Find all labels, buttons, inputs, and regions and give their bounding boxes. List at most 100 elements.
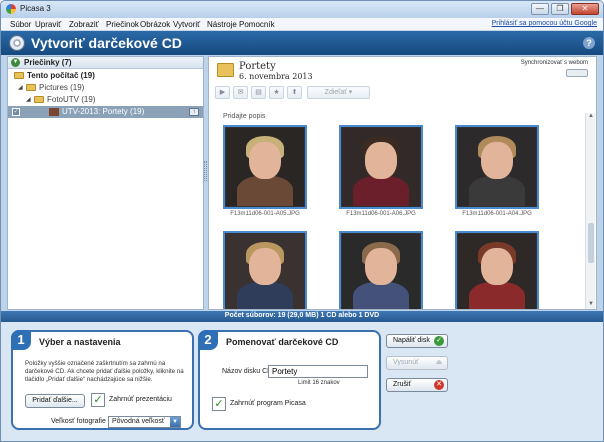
mode-header: Vytvoriť darčekové CD ? — [1, 31, 603, 55]
menu-view[interactable]: Zobraziť — [69, 20, 99, 29]
menu-help[interactable]: Pomocník — [239, 20, 275, 29]
folders-header[interactable]: ▼ Priečinky (7) — [8, 57, 203, 69]
burn-disc-button[interactable]: Napáliť disk ✓ — [386, 334, 448, 348]
portrait-face — [249, 248, 281, 286]
star-icon[interactable]: ★ — [269, 86, 284, 99]
include-picasa-label: Zahrnúť program Picasa — [230, 400, 306, 407]
photo — [226, 128, 304, 206]
vertical-scrollbar[interactable]: ▲ ▼ — [585, 113, 595, 309]
window-title: Picasa 3 — [20, 4, 51, 13]
close-button[interactable]: ✕ — [571, 3, 599, 15]
tree-item-pictures[interactable]: ◢ Pictures (19) — [8, 82, 203, 94]
help-icon[interactable]: ? — [583, 37, 595, 49]
photo-thumbnail[interactable] — [455, 125, 539, 209]
include-picasa-checkbox[interactable]: ✓ — [212, 397, 226, 411]
cd-icon — [9, 35, 25, 51]
menu-folder[interactable]: Priečinok — [106, 20, 139, 29]
chevron-down-icon[interactable]: ▼ — [170, 417, 180, 427]
portrait-face — [481, 248, 513, 286]
cancel-button[interactable]: Zrušiť ✕ — [386, 378, 448, 392]
photo-filename: F13m11d06-001-A05.JPG — [230, 211, 300, 217]
email-icon[interactable]: ✉ — [233, 86, 248, 99]
album-thumbnail-icon — [49, 108, 59, 116]
album-toolbar: ▶ ✉ ▤ ★ ⬆ Zdieľať ▾ — [215, 86, 375, 100]
step-title: Pomenovať darčekové CD — [226, 337, 339, 347]
minimize-button[interactable]: — — [531, 3, 549, 15]
photo-size-value: Pôvodná veľkosť — [112, 418, 165, 425]
expand-triangle-icon[interactable]: ◢ — [18, 84, 23, 91]
expand-triangle-icon[interactable]: ◢ — [26, 96, 31, 103]
status-bar: Počet súborov: 19 (29,0 MB) 1 CD alebo 1… — [1, 311, 603, 322]
album-date: 6. novembra 2013 — [239, 72, 313, 81]
album-title: Portety — [239, 61, 276, 72]
panel-splitter[interactable] — [204, 161, 207, 181]
sync-label: Synchronizovať s webom — [520, 60, 588, 66]
tree-item-this-computer[interactable]: Tento počítač (19) — [8, 70, 203, 82]
folder-icon — [26, 84, 36, 91]
photo-filename: F13m11d06-001-A06.JPG — [346, 211, 416, 217]
eject-icon: ⏏ — [435, 359, 443, 366]
tree-item-label: Pictures (19) — [39, 83, 85, 92]
album-panel: Portety 6. novembra 2013 Synchronizovať … — [208, 56, 597, 310]
folder-panel: ▼ Priečinky (7) Tento počítač (19) ◢ Pic… — [7, 56, 204, 310]
photo-size-select[interactable]: Pôvodná veľkosť ▼ — [108, 416, 181, 428]
action-buttons: Napáliť disk ✓ Vysunúť ⏏ Zrušiť ✕ — [386, 330, 448, 430]
include-slideshow-label: Zahrnúť prezentáciu — [109, 396, 172, 403]
folder-icon — [34, 96, 44, 103]
tree-item-label: Tento počítač (19) — [27, 71, 95, 80]
tree-item-fotoutv[interactable]: ◢ FotoUTV (19) — [8, 94, 203, 106]
portrait-body — [236, 176, 294, 206]
include-checkbox[interactable]: ✓ — [12, 108, 20, 116]
portrait-body — [468, 282, 526, 309]
photo — [458, 128, 536, 206]
restore-button[interactable]: ❐ — [551, 3, 569, 15]
menu-picture[interactable]: Obrázok — [140, 20, 170, 29]
photo-thumbnail[interactable] — [223, 125, 307, 209]
app-window: Picasa 3 — ❐ ✕ Súbor Upraviť Zobraziť Pr… — [0, 0, 604, 442]
portrait-body — [352, 282, 410, 309]
photo-thumbnail[interactable] — [339, 231, 423, 309]
close-icon: ✕ — [434, 380, 444, 390]
scroll-up-icon[interactable]: ▲ — [587, 113, 595, 121]
upload-icon[interactable]: ↑ — [189, 108, 199, 116]
eject-button[interactable]: Vysunúť ⏏ — [386, 356, 448, 370]
menu-create[interactable]: Vytvoriť — [173, 20, 200, 29]
step-name-cd: 2 Pomenovať darčekové CD Názov disku CD … — [198, 330, 381, 430]
add-more-button[interactable]: Pridať ďalšie... — [25, 394, 85, 408]
title-bar: Picasa 3 — ❐ ✕ — [1, 1, 603, 18]
thumbnail-grid: F13m11d06-001-A05.JPG F13m11d06-001-A06.… — [209, 125, 585, 309]
step-description: Položky vyššie označené zaškrtnutím sa z… — [25, 360, 184, 383]
scroll-down-icon[interactable]: ▼ — [587, 301, 595, 309]
tree-item-album-portety[interactable]: ✓ UTV-2013: Portety (19) ↑ — [8, 106, 203, 118]
portrait-body — [352, 176, 410, 206]
collapse-icon[interactable]: ▼ — [11, 58, 20, 67]
photo-thumbnail[interactable] — [339, 125, 423, 209]
play-slideshow-icon[interactable]: ▶ — [215, 86, 230, 99]
upload-icon[interactable]: ⬆ — [287, 86, 302, 99]
add-caption-link[interactable]: Pridajte popis — [223, 113, 265, 120]
google-signin-link[interactable]: Prihlásiť sa pomocou účtu Google — [492, 20, 597, 27]
picasa-logo-icon — [6, 4, 16, 14]
scrollbar-thumb[interactable] — [588, 223, 594, 263]
step-number: 1 — [11, 330, 31, 350]
menu-file[interactable]: Súbor — [10, 20, 31, 29]
portrait-face — [365, 248, 397, 286]
menu-bar: Súbor Upraviť Zobraziť Priečinok Obrázok… — [1, 18, 603, 31]
photo — [226, 234, 304, 309]
disc-name-label: Názov disku CD — [222, 368, 273, 375]
menu-edit[interactable]: Upraviť — [35, 20, 61, 29]
photo-thumbnail[interactable] — [455, 231, 539, 309]
eject-label: Vysunúť — [393, 359, 419, 366]
photo-thumbnail[interactable] — [223, 231, 307, 309]
menu-tools[interactable]: Nástroje — [207, 20, 237, 29]
photo — [342, 128, 420, 206]
tree-item-label: UTV-2013: Portety (19) — [62, 107, 145, 116]
burn-disc-label: Napáliť disk — [393, 337, 430, 344]
sync-toggle[interactable] — [566, 69, 588, 77]
print-icon[interactable]: ▤ — [251, 86, 266, 99]
portrait-body — [236, 282, 294, 309]
disc-name-input[interactable] — [268, 365, 368, 378]
include-slideshow-checkbox[interactable]: ✓ — [91, 393, 105, 407]
step-selection-settings: 1 Výber a nastavenia Položky vyššie ozna… — [11, 330, 194, 430]
share-button[interactable]: Zdieľať ▾ — [307, 86, 370, 99]
